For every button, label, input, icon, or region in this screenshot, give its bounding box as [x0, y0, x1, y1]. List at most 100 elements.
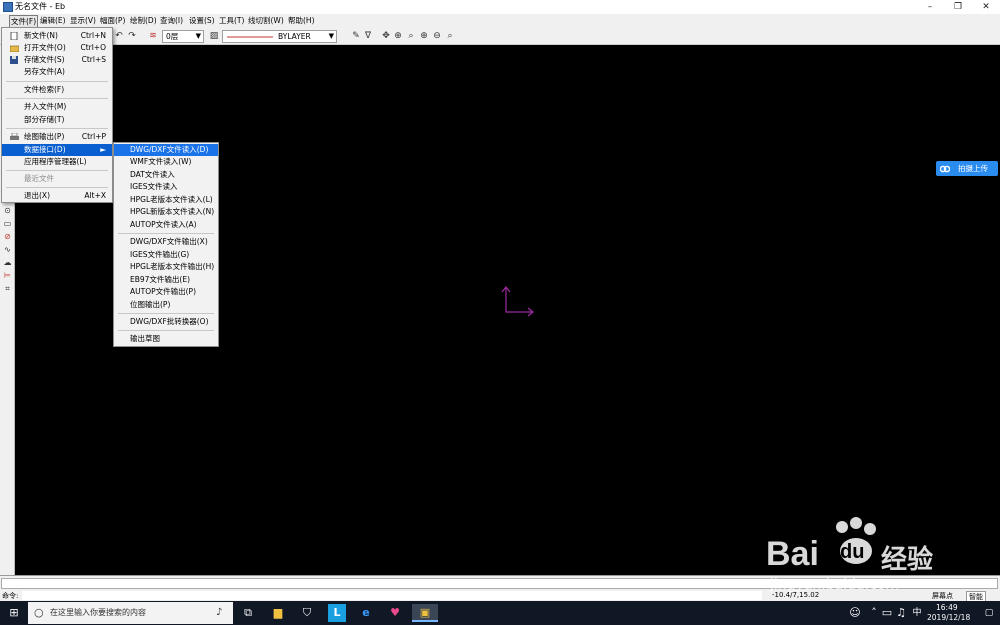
people-icon[interactable]: ☺ [846, 604, 864, 622]
eb-app-taskbar-icon[interactable]: ▣ [412, 604, 438, 622]
rect-tool-icon[interactable]: ▭ [2, 218, 13, 229]
layer-select[interactable]: 0层 ▼ [162, 30, 204, 43]
menu-draw[interactable]: 绘制(D) [129, 15, 158, 27]
submenu-dwg-dxf-import[interactable]: DWG/DXF文件读入(D) [114, 144, 218, 156]
submenu-dat-import[interactable]: DAT文件读入 [114, 169, 218, 181]
clock-time[interactable]: 16:49 [936, 603, 958, 612]
chevron-up-icon[interactable]: ˄ [868, 604, 880, 622]
close-button[interactable]: ✕ [972, 0, 1000, 14]
volume-icon[interactable]: ♫ [895, 604, 907, 622]
circle-tool-icon[interactable]: ⊙ [2, 205, 13, 216]
menu-new-file[interactable]: 新文件(N) Ctrl+N [2, 30, 112, 42]
upload-button[interactable]: 拍摄上传 [936, 161, 998, 176]
data-interface-submenu: DWG/DXF文件读入(D) WMF文件读入(W) DAT文件读入 IGES文件… [113, 142, 219, 347]
ime-indicator[interactable]: 中 [911, 604, 923, 622]
network-icon[interactable]: ▭ [881, 604, 893, 622]
array-tool-icon[interactable]: ⌗ [2, 283, 13, 294]
chevron-down-icon: ▼ [328, 32, 334, 40]
zoom-dynamic-icon[interactable]: ⊕ [392, 30, 404, 42]
submenu-batch-converter[interactable]: DWG/DXF批转换器(O) [114, 316, 218, 328]
menu-separator [6, 81, 108, 82]
menu-plot-output[interactable]: 绘图输出(P) Ctrl+P [2, 131, 112, 143]
menu-new-file-shortcut: Ctrl+N [80, 31, 106, 40]
maximize-button[interactable]: ❐ [944, 0, 972, 14]
submenu-iges-import[interactable]: IGES文件读入 [114, 181, 218, 193]
windows-start-icon[interactable]: ⊞ [5, 604, 23, 622]
zoom-out-icon[interactable]: ⊖ [431, 30, 443, 42]
menu-separator [6, 128, 108, 129]
toolbar: ↶ ↷ ≋ 0层 ▼ ▨ BYLAYER ▼ ✎ ∇ ✥ ⊕ ⌕ ⊕ ⊖ ⌕ [0, 28, 1000, 45]
submenu-eb97-export[interactable]: EB97文件输出(E) [114, 274, 218, 286]
upload-label: 拍摄上传 [958, 164, 988, 173]
zoom-all-icon[interactable]: ⌕ [444, 30, 456, 42]
pan-icon[interactable]: ✥ [380, 30, 392, 42]
submenu-autop-import[interactable]: AUTOP文件读入(A) [114, 219, 218, 231]
zoom-in-icon[interactable]: ⊕ [418, 30, 430, 42]
menu-save-file-shortcut: Ctrl+S [81, 55, 106, 64]
submenu-export-sketch[interactable]: 输出草图 [114, 333, 218, 345]
color-icon[interactable]: ▨ [208, 30, 220, 42]
menu-separator [6, 187, 108, 188]
hatch-tool-icon[interactable]: ⊘ [2, 231, 13, 242]
app-l-icon[interactable]: L [328, 604, 346, 622]
spline-tool-icon[interactable]: ∿ [2, 244, 13, 255]
clock-date[interactable]: 2019/12/18 [927, 613, 970, 622]
menu-open-file[interactable]: 打开文件(O) Ctrl+O [2, 42, 112, 54]
command-prompt: 命令: [2, 592, 19, 600]
layer-icon[interactable]: ≋ [147, 30, 159, 42]
menu-separator [6, 170, 108, 171]
menu-save-file[interactable]: 存储文件(S) Ctrl+S [2, 54, 112, 66]
minimize-button[interactable]: – [916, 0, 944, 14]
submenu-bitmap-export[interactable]: 位图输出(P) [114, 299, 218, 311]
printer-icon [10, 133, 19, 140]
menu-help[interactable]: 帮助(H) [287, 15, 316, 27]
undo-icon[interactable]: ↶ [113, 30, 125, 42]
menu-settings[interactable]: 设置(S) [188, 15, 216, 27]
submenu-iges-export[interactable]: IGES文件输出(G) [114, 249, 218, 261]
menu-tools[interactable]: 工具(T) [218, 15, 245, 27]
submenu-hpgl-old-import[interactable]: HPGL老版本文件读入(L) [114, 194, 218, 206]
menu-query[interactable]: 查询(I) [159, 15, 184, 27]
microphone-icon: ♪ [216, 607, 223, 618]
submenu-hpgl-new-import[interactable]: HPGL新版本文件读入(N) [114, 206, 218, 218]
menu-sheet[interactable]: 幅面(P) [99, 15, 126, 27]
menu-save-as[interactable]: 另存文件(A) [2, 66, 112, 78]
submenu-autop-export[interactable]: AUTOP文件输出(P) [114, 286, 218, 298]
filter-icon[interactable]: ∇ [362, 30, 374, 42]
cloud-tool-icon[interactable]: ☁ [2, 257, 13, 268]
linetype-sample [227, 36, 273, 38]
menu-partial-save[interactable]: 部分存储(T) [2, 114, 112, 126]
task-view-icon[interactable]: ⧉ [239, 604, 257, 622]
submenu-item-label: HPGL新版本文件读入(N) [130, 207, 215, 216]
menu-save-file-label: 存储文件(S) [24, 55, 65, 64]
linetype-value: BYLAYER [278, 32, 311, 41]
menu-plot-output-shortcut: Ctrl+P [81, 132, 106, 141]
menu-recent-files-label: 最近文件 [24, 174, 54, 183]
menu-file-search-label: 文件检索(F) [24, 85, 65, 94]
app-heart-icon[interactable]: ♥ [386, 604, 404, 622]
edge-browser-icon[interactable]: e [357, 604, 375, 622]
menu-view[interactable]: 显示(V) [69, 15, 97, 27]
menu-file-search[interactable]: 文件检索(F) [2, 84, 112, 96]
menu-edit[interactable]: 编辑(E) [39, 15, 67, 27]
pen-icon[interactable]: ✎ [350, 30, 362, 42]
store-icon[interactable]: ⛉ [298, 604, 316, 622]
offset-tool-icon[interactable]: ⊨ [2, 270, 13, 281]
menu-wirecut[interactable]: 线切割(W) [247, 15, 285, 27]
zoom-window-icon[interactable]: ⌕ [405, 30, 417, 42]
taskbar-search-input[interactable]: ○ 在这里输入你要搜索的内容 ♪ [28, 602, 233, 624]
submenu-dwg-dxf-export[interactable]: DWG/DXF文件输出(X) [114, 236, 218, 248]
menu-data-interface[interactable]: 数据接口(D) ► [2, 144, 112, 156]
notification-icon[interactable]: ▢ [982, 604, 996, 622]
menu-app-manager[interactable]: 应用程序管理器(L) [2, 156, 112, 168]
file-explorer-icon[interactable]: ▆ [269, 604, 287, 622]
menu-merge-file[interactable]: 并入文件(M) [2, 101, 112, 113]
submenu-wmf-import[interactable]: WMF文件读入(W) [114, 156, 218, 168]
submenu-hpgl-old-export[interactable]: HPGL老版本文件输出(H) [114, 261, 218, 273]
menu-exit[interactable]: 退出(X) Alt+X [2, 190, 112, 202]
redo-icon[interactable]: ↷ [126, 30, 138, 42]
new-file-icon [10, 32, 18, 40]
linetype-select[interactable]: BYLAYER ▼ [222, 30, 337, 43]
menu-open-file-shortcut: Ctrl+O [80, 43, 106, 52]
command-input[interactable] [22, 591, 762, 600]
